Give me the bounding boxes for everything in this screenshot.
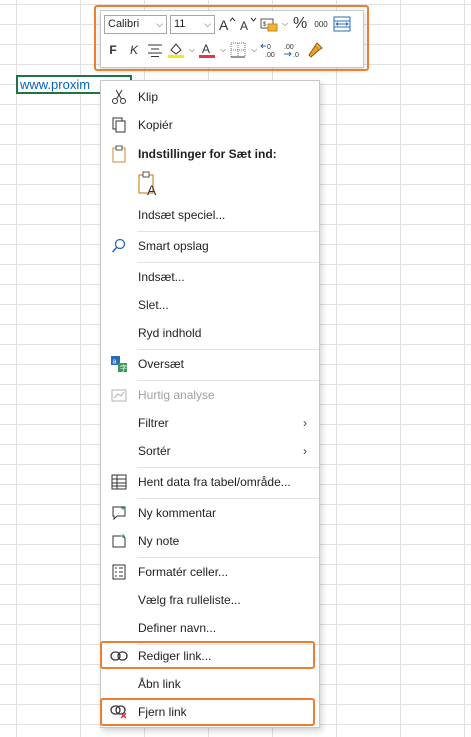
- menu-item-label: Ny kommentar: [138, 506, 217, 520]
- menu-item-insert[interactable]: Indsæt...: [101, 264, 317, 290]
- menu-item-open-link[interactable]: Åbn link: [101, 671, 317, 697]
- chevron-right-icon: ›: [303, 416, 307, 430]
- menu-item-cut[interactable]: Klip: [101, 84, 317, 110]
- toolbar-highlight-box: [94, 5, 369, 71]
- menu-item-label: Definer navn...: [138, 621, 217, 635]
- menu-separator: [137, 231, 319, 232]
- menu-item-sort[interactable]: Sortér ›: [101, 438, 317, 464]
- format-cells-icon: [110, 563, 128, 581]
- menu-item-new-note[interactable]: Ny note: [101, 528, 317, 554]
- chevron-right-icon: ›: [303, 444, 307, 458]
- note-icon: [110, 532, 128, 550]
- menu-separator: [137, 467, 319, 468]
- svg-text:A: A: [147, 182, 157, 197]
- menu-item-copy[interactable]: Kopiér: [101, 112, 317, 138]
- menu-separator: [137, 349, 319, 350]
- menu-item-label: Indsæt...: [138, 270, 185, 284]
- svg-text:字: 字: [120, 364, 127, 373]
- translate-icon: a字: [110, 355, 128, 373]
- menu-item-label: Åbn link: [138, 677, 181, 691]
- menu-item-new-comment[interactable]: Ny kommentar: [101, 500, 317, 526]
- menu-item-label: Ryd indhold: [138, 326, 202, 340]
- search-icon: [110, 237, 128, 255]
- menu-item-label: Hurtig analyse: [138, 388, 215, 402]
- menu-item-label: Hent data fra tabel/område...: [138, 475, 291, 489]
- menu-item-filter[interactable]: Filtrer ›: [101, 410, 317, 436]
- menu-item-label: Vælg fra rulleliste...: [138, 593, 241, 607]
- paste-options-header: Indstillinger for Sæt ind:: [101, 141, 317, 167]
- clipboard-icon: [110, 145, 128, 163]
- menu-item-label: Slet...: [138, 298, 169, 312]
- menu-item-get-data[interactable]: Hent data fra tabel/område...: [101, 469, 317, 495]
- table-icon: [110, 473, 128, 491]
- svg-text:a: a: [113, 359, 117, 366]
- menu-item-clear-contents[interactable]: Ryd indhold: [101, 320, 317, 346]
- menu-separator: [137, 380, 319, 381]
- menu-item-label: Filtrer: [138, 416, 169, 430]
- paste-option-keep-source[interactable]: A: [137, 171, 161, 200]
- menu-item-define-name[interactable]: Definer navn...: [101, 615, 317, 641]
- menu-item-label: Oversæt: [138, 357, 185, 371]
- context-menu: Klip Kopiér Indstillinger for Sæt ind: A…: [100, 80, 320, 728]
- menu-item-pick-from-list[interactable]: Vælg fra rulleliste...: [101, 587, 317, 613]
- menu-item-smart-lookup[interactable]: Smart opslag: [101, 233, 317, 259]
- menu-item-paste-special[interactable]: Indsæt speciel...: [101, 202, 317, 228]
- menu-item-label: Indsæt speciel...: [138, 208, 226, 222]
- paste-options-label: Indstillinger for Sæt ind:: [138, 147, 277, 161]
- menu-item-label: Formatér celler...: [138, 565, 229, 579]
- menu-item-delete[interactable]: Slet...: [101, 292, 317, 318]
- copy-icon: [110, 116, 128, 134]
- scissors-icon: [110, 88, 128, 106]
- menu-item-label: Sortér: [138, 444, 171, 458]
- menu-separator: [137, 557, 319, 558]
- comment-icon: [110, 504, 128, 522]
- menu-item-label: Kopiér: [138, 118, 173, 132]
- menu-separator: [137, 262, 319, 263]
- edit-link-highlight-box: [100, 641, 315, 669]
- remove-link-highlight-box: [100, 698, 315, 726]
- menu-item-label: Klip: [138, 90, 159, 104]
- quick-analysis-icon: [110, 386, 128, 404]
- menu-separator: [137, 498, 319, 499]
- menu-item-format-cells[interactable]: Formatér celler...: [101, 559, 317, 585]
- paste-clipboard-icon: A: [137, 171, 161, 200]
- menu-item-translate[interactable]: a字 Oversæt: [101, 351, 317, 377]
- menu-item-label: Smart opslag: [138, 239, 209, 253]
- menu-item-quick-analysis: Hurtig analyse: [101, 382, 317, 408]
- menu-item-label: Ny note: [138, 534, 180, 548]
